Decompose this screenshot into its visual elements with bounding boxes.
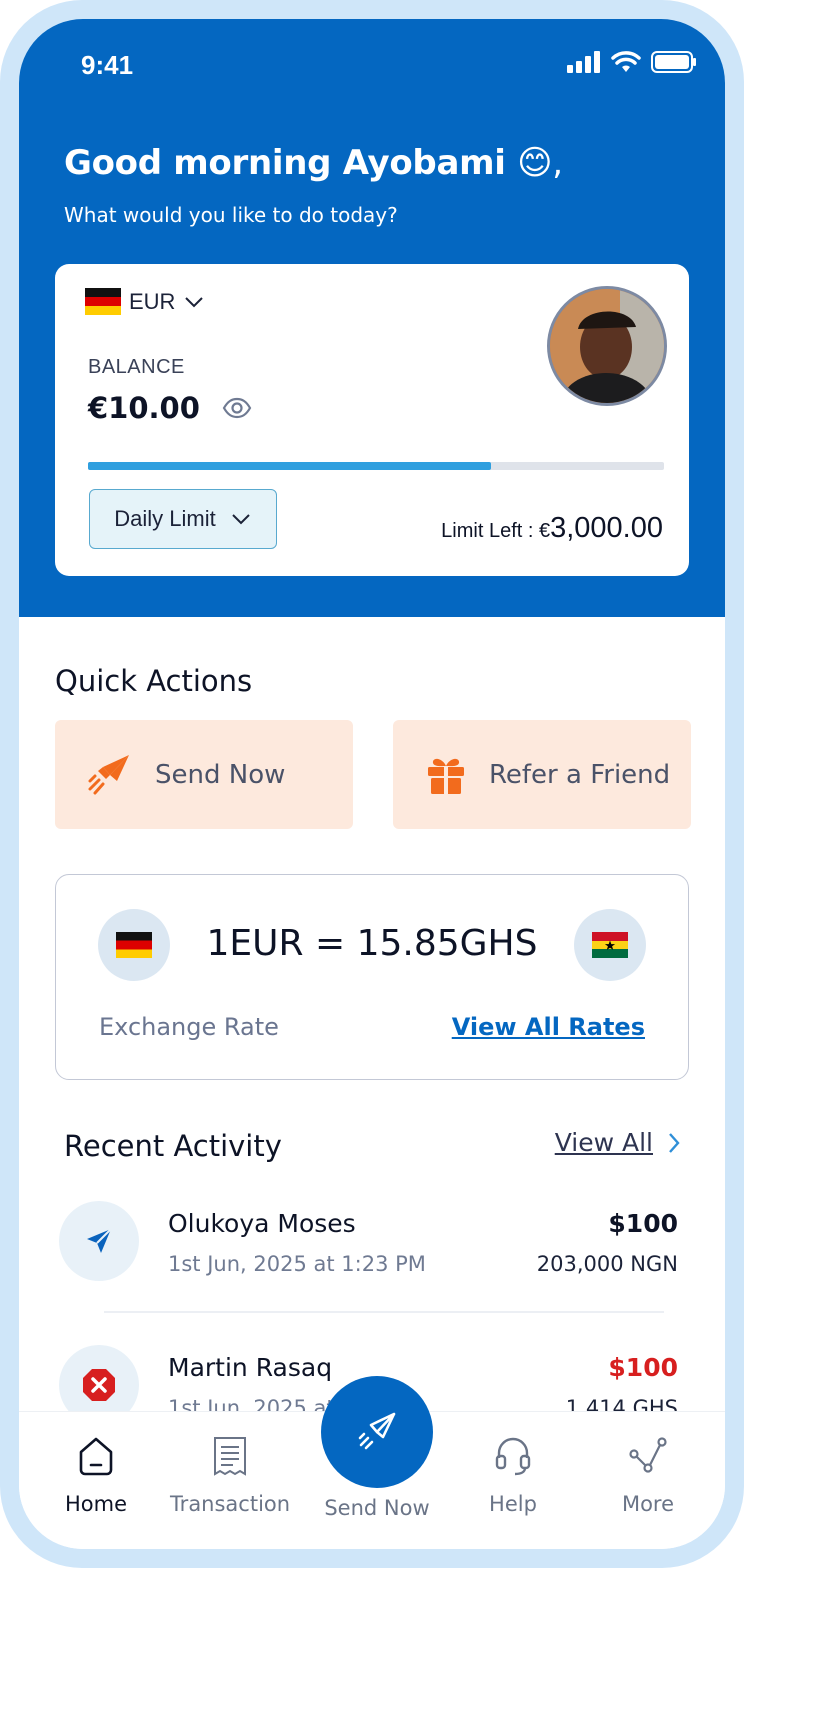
battery-icon [651,51,696,73]
view-all-rates-link[interactable]: View All Rates [452,1013,645,1041]
recent-activity-title: Recent Activity [64,1129,282,1163]
activity-amount: $100 [608,1353,678,1382]
chevron-down-icon [232,514,250,525]
view-all-label: View All [554,1128,653,1157]
limit-left: Limit Left : €3,000.00 [441,512,663,545]
nav-transaction[interactable]: Transaction [170,1436,290,1516]
activity-name: Olukoya Moses [168,1209,356,1238]
germany-flag-icon [85,288,121,315]
refer-friend-label: Refer a Friend [489,759,671,790]
limit-progress-fill [88,462,492,470]
signal-icon [567,51,600,73]
send-rocket-icon [358,1412,396,1450]
activity-amount: $100 [608,1209,678,1238]
greeting-subtitle: What would you like to do today? [64,203,398,227]
chevron-right-icon [669,1132,680,1153]
send-now-action[interactable]: Send Now [55,720,353,829]
greeting-suffix: , [552,143,563,183]
send-now-label: Send Now [155,759,286,790]
daily-limit-dropdown[interactable]: Daily Limit [89,489,277,549]
avatar-photo [550,289,664,403]
exchange-rate-label: Exchange Rate [99,1013,279,1041]
nav-more[interactable]: More [588,1436,708,1516]
status-icons [567,51,697,73]
view-all-activity-link[interactable]: View All [555,1128,681,1157]
receipt-icon [214,1437,246,1476]
home-icon [79,1437,113,1476]
ghana-flag-icon [592,932,628,958]
failed-x-icon [83,1369,115,1401]
nav-more-label: More [621,1492,675,1516]
nav-transaction-label: Transaction [169,1492,291,1516]
nav-help[interactable]: Help [453,1436,573,1516]
refer-friend-action[interactable]: Refer a Friend [393,720,691,829]
send-rocket-icon [88,754,129,794]
gift-icon [428,758,464,794]
wifi-icon [611,51,641,72]
currency-selector[interactable]: EUR [85,288,205,315]
balance-row: €10.00 [88,391,252,425]
status-time: 9:41 [81,50,134,80]
send-arrow-icon [87,1228,112,1253]
balance-label: BALANCE [88,356,185,378]
currency-code: EUR [129,288,176,314]
header-section: 9:41 Good morning Ayobami 😊, What would … [19,19,725,617]
nav-send-now[interactable]: Send Now [317,1496,437,1520]
activity-date: 1st Jun, 2025 at 1:23 PM [168,1252,426,1276]
activity-divider [104,1311,664,1313]
eye-icon[interactable] [222,397,252,419]
headset-icon [495,1437,531,1476]
smile-emoji-icon: 😊 [517,143,553,183]
quick-actions-title: Quick Actions [55,664,253,698]
activity-item[interactable]: Olukoya Moses 1st Jun, 2025 at 1:23 PM $… [59,1201,685,1311]
to-flag [574,909,646,981]
limit-progress-bar [88,462,664,470]
balance-value: €10.00 [88,391,200,425]
nav-home-label: Home [64,1492,127,1516]
limit-left-value: 3,000.00 [550,512,663,544]
activity-name: Martin Rasaq [168,1353,333,1382]
nav-send-now-label: Send Now [324,1496,430,1520]
chevron-down-icon [185,296,204,307]
limit-left-label: Limit Left : € [441,520,551,542]
daily-limit-label: Daily Limit [114,506,216,531]
greeting-title: Good morning Ayobami 😊, [64,143,563,183]
balance-card: EUR BALANCE €10.00 Daily Limit Limit Lef… [55,264,689,576]
device-frame: 9:41 Good morning Ayobami 😊, What would … [0,0,744,1568]
nav-help-label: Help [489,1492,537,1516]
app-screen: 9:41 Good morning Ayobami 😊, What would … [19,19,725,1549]
activity-converted: 203,000 NGN [536,1252,678,1276]
send-now-fab[interactable] [321,1376,433,1488]
nav-home[interactable]: Home [36,1436,156,1516]
avatar[interactable] [547,286,667,406]
more-nodes-icon [629,1437,667,1473]
activity-status-icon [59,1201,139,1281]
greeting-text: Good morning Ayobami [64,143,506,183]
exchange-rate-card: 1EUR = 15.85GHS Exchange Rate View All R… [55,874,689,1080]
